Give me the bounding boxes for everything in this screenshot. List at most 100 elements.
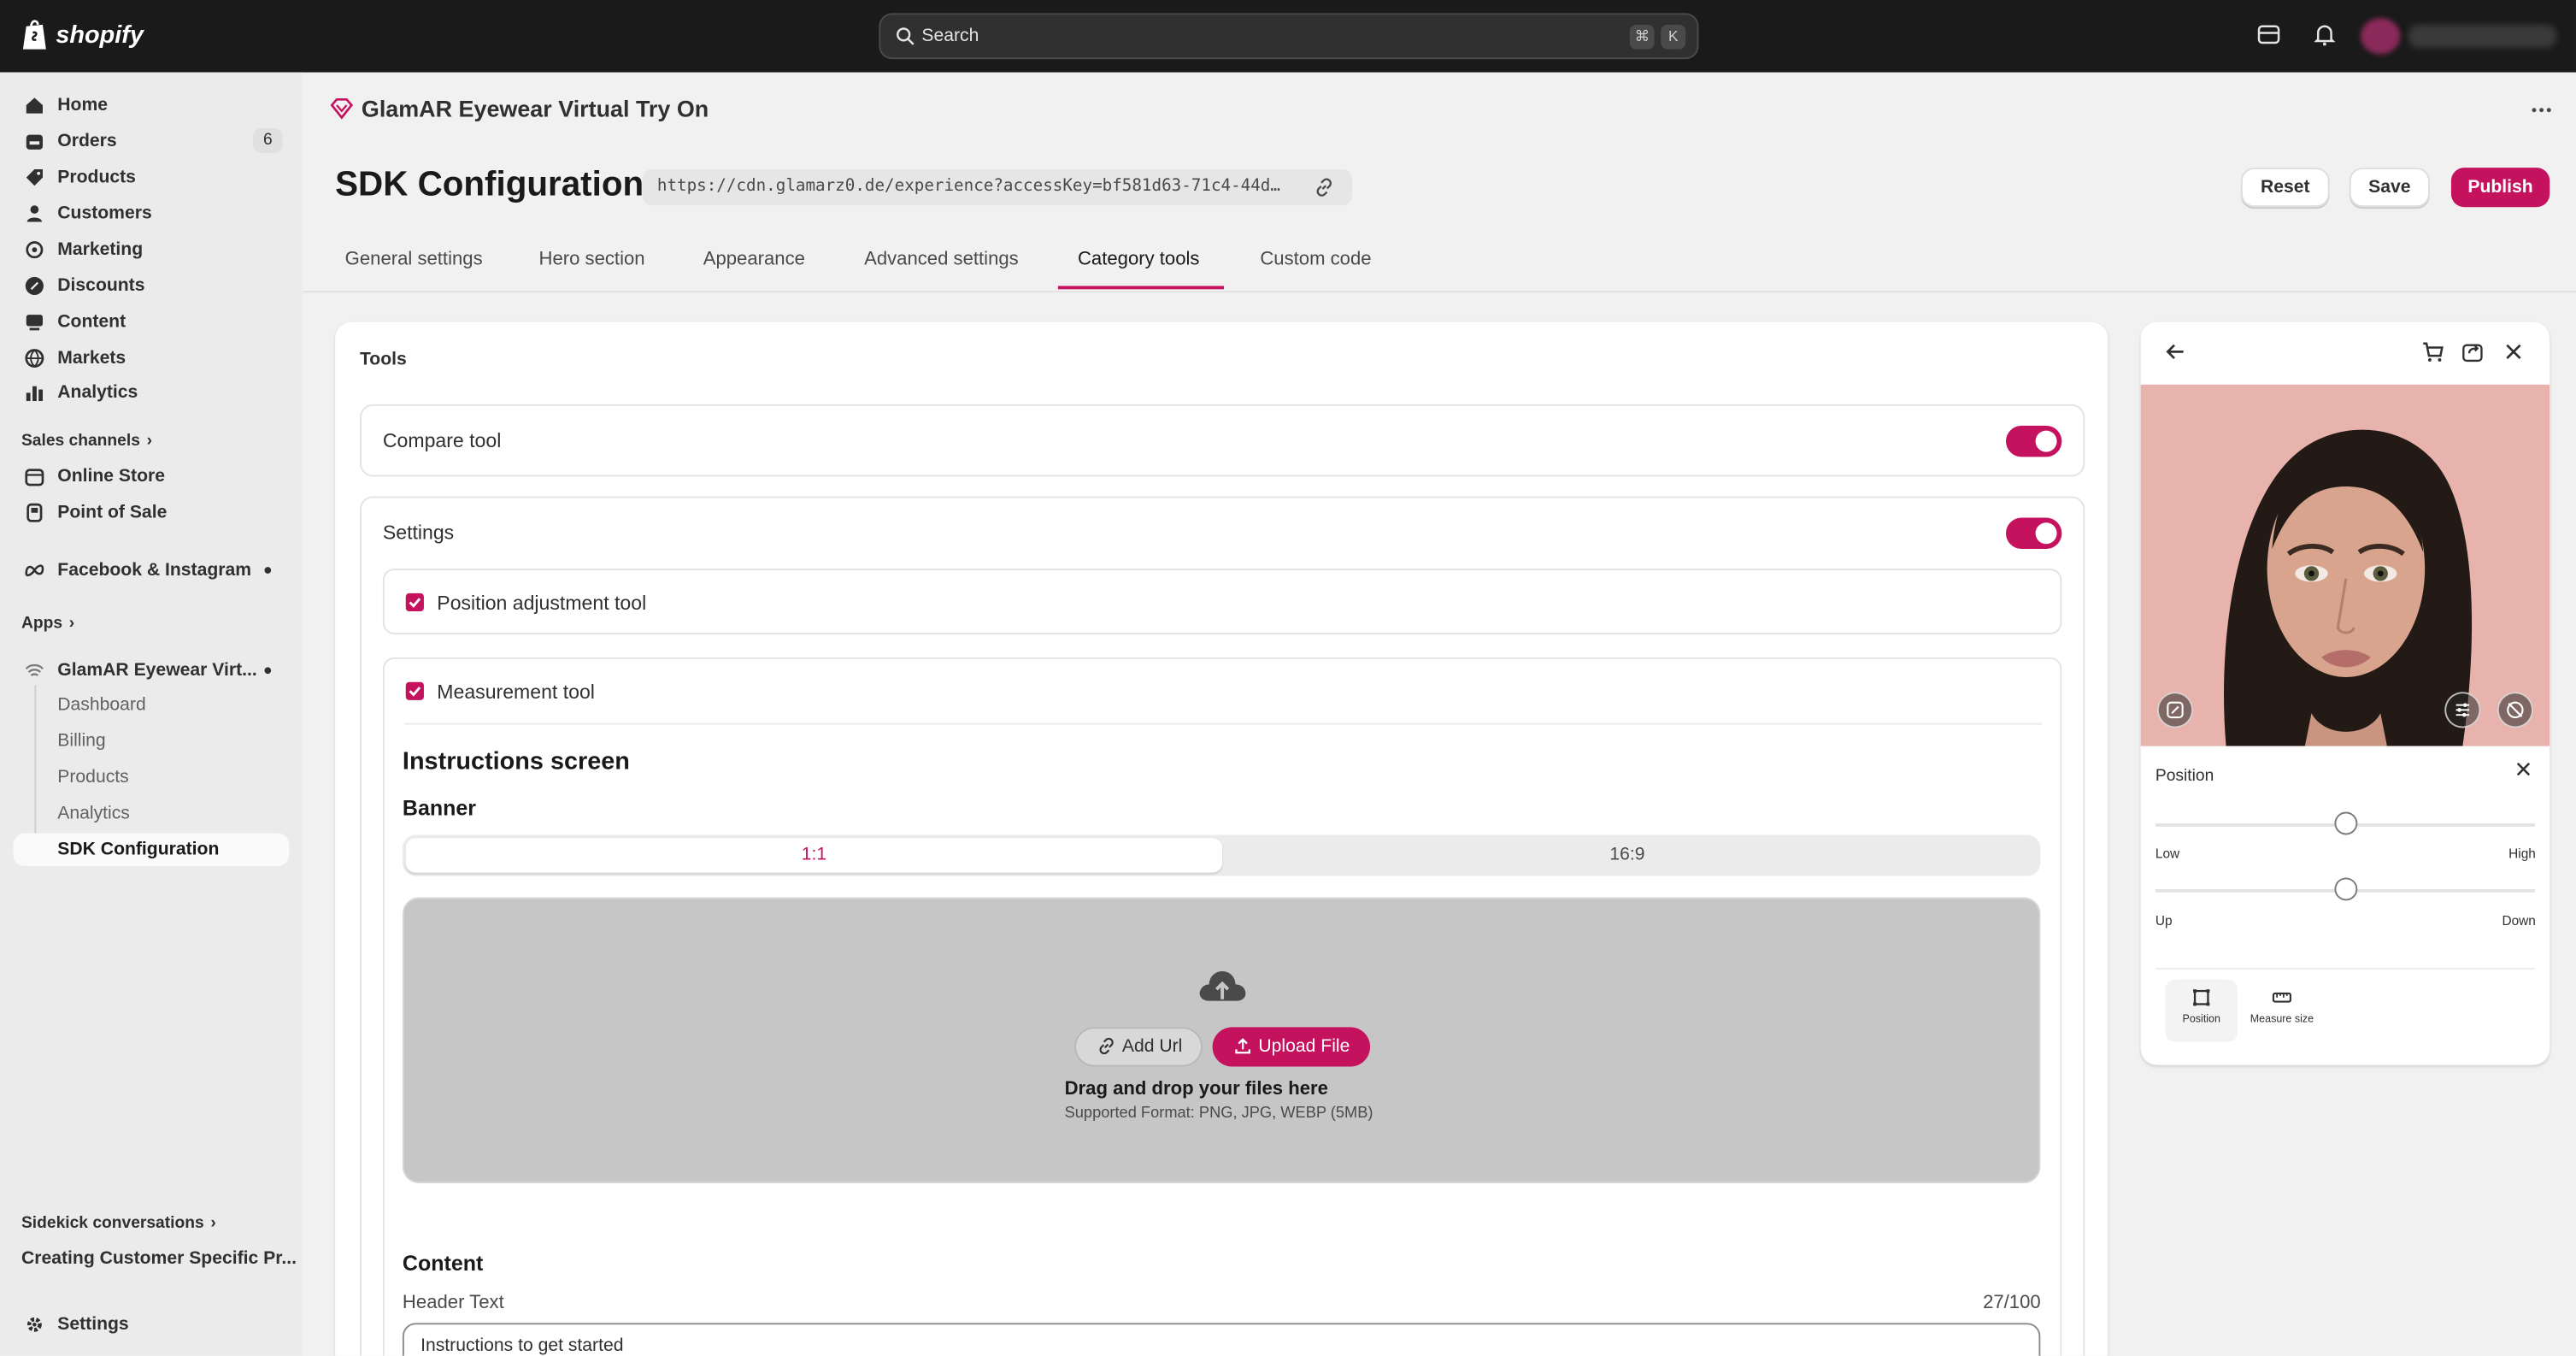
status-dot — [264, 667, 272, 675]
link-icon[interactable] — [1314, 178, 1334, 198]
sidekick-heading[interactable]: Sidekick conversations › — [21, 1214, 216, 1232]
top-bar: shopify Search ⌘ K — [0, 0, 2576, 73]
apps-heading[interactable]: Apps › — [21, 615, 74, 633]
cart-icon[interactable] — [2421, 340, 2444, 363]
upload-file-button[interactable]: Upload File — [1212, 1027, 1371, 1067]
page-title: SDK Configuration — [335, 166, 644, 204]
back-arrow-icon[interactable] — [2164, 340, 2187, 363]
bell-icon[interactable] — [2312, 21, 2338, 48]
person-icon — [26, 205, 43, 222]
sidebar-item-customers[interactable]: Customers — [13, 198, 289, 230]
position-tool-label: Position adjustment tool — [437, 591, 647, 615]
store-icon — [25, 469, 44, 486]
avatar[interactable] — [2361, 18, 2401, 55]
settings-toggle[interactable] — [2005, 517, 2062, 550]
position-panel-title: Position — [2155, 767, 2214, 786]
slider-knob[interactable] — [2333, 877, 2357, 901]
position-slider-vertical[interactable] — [2155, 877, 2535, 901]
compare-tool-toggle[interactable] — [2005, 425, 2062, 457]
slider-knob[interactable] — [2333, 811, 2357, 835]
sidebar-subitem-billing[interactable]: Billing — [57, 731, 105, 751]
compare-tool-label: Compare tool — [382, 428, 502, 452]
sidebar-item-home[interactable]: Home — [13, 89, 289, 121]
tab-category-tools[interactable]: Category tools — [1078, 233, 1200, 289]
sidebar-item-discounts[interactable]: Discounts — [13, 269, 289, 302]
mode-position-button[interactable]: Position — [2165, 979, 2238, 1042]
active-tab-indicator — [1057, 286, 1225, 290]
storefront-icon[interactable] — [2255, 21, 2282, 48]
store-name-blurred[interactable] — [2408, 24, 2556, 48]
app-title: GlamAR Eyewear Virtual Try On — [330, 95, 709, 121]
more-options-icon[interactable] — [2530, 98, 2553, 121]
ratio-option-16-9[interactable]: 16:9 — [1219, 838, 2035, 872]
close-icon[interactable] — [2514, 759, 2533, 779]
sidebar-subitem-sdk-configuration[interactable]: SDK Configuration — [57, 840, 219, 859]
sidebar-item-settings[interactable]: Settings — [13, 1308, 289, 1341]
drag-drop-text: Drag and drop your files here — [1064, 1079, 1328, 1100]
ar-icon — [2167, 701, 2184, 719]
tab-custom-code[interactable]: Custom code — [1260, 233, 1371, 289]
tab-appearance[interactable]: Appearance — [703, 233, 805, 289]
sidebar-item-analytics[interactable]: Analytics — [13, 376, 289, 409]
position-tool-checkbox[interactable] — [405, 593, 424, 612]
measurement-tool-checkbox[interactable] — [405, 681, 424, 700]
gear-icon — [26, 1317, 42, 1332]
upload-icon — [1235, 1038, 1250, 1054]
sidebar-item-point-of-sale[interactable]: Point of Sale — [13, 497, 289, 529]
sidebar-subitem-dashboard[interactable]: Dashboard — [57, 695, 145, 715]
home-icon — [26, 97, 43, 114]
sidebar-item-label: Marketing — [57, 239, 144, 260]
orders-icon — [26, 134, 43, 150]
sidebar-item-orders[interactable]: Orders 6 — [13, 125, 289, 157]
sidebar-item-content[interactable]: Content — [13, 306, 289, 339]
shopify-bag-icon — [22, 20, 46, 50]
share-icon[interactable] — [2461, 340, 2484, 363]
apps-label: Apps — [21, 614, 63, 634]
mode-measure-size-button[interactable]: Measure size — [2246, 980, 2319, 1042]
tab-general-settings[interactable]: General settings — [345, 233, 483, 289]
sidebar-item-markets[interactable]: Markets — [13, 342, 289, 374]
sidekick-conversation-item[interactable]: Creating Customer Specific Pr... — [21, 1249, 297, 1269]
position-tool-box: Position adjustment tool — [382, 569, 2062, 634]
checkmark-icon — [409, 598, 421, 608]
experience-url[interactable]: https://cdn.glamarz0.de/experience?acces… — [642, 168, 1352, 206]
save-button[interactable]: Save — [2349, 168, 2430, 208]
bar-chart-icon — [26, 386, 43, 402]
meta-icon — [25, 564, 44, 577]
ar-toggle-button[interactable] — [2156, 692, 2194, 728]
content-heading: Content — [402, 1250, 484, 1276]
tab-hero-section[interactable]: Hero section — [538, 233, 644, 289]
tab-advanced-settings[interactable]: Advanced settings — [864, 233, 1019, 289]
sidebar-item-online-store[interactable]: Online Store — [13, 460, 289, 492]
try-on-camera-view — [2140, 384, 2550, 746]
orders-count-badge: 6 — [253, 127, 283, 153]
chevron-right-icon: › — [146, 432, 153, 451]
tree-line — [34, 685, 37, 853]
glamar-logo-icon — [330, 97, 354, 120]
search-input[interactable]: Search ⌘ K — [879, 13, 1699, 60]
preview-panel: Position Low High Up Down Position Measu… — [2140, 321, 2550, 1065]
chevron-right-icon: › — [210, 1214, 216, 1233]
shopify-logo[interactable]: shopify — [21, 18, 144, 50]
sidebar-item-marketing[interactable]: Marketing — [13, 233, 289, 266]
publish-button[interactable]: Publish — [2450, 168, 2550, 208]
sidebar-item-facebook-instagram[interactable]: Facebook & Instagram — [13, 554, 289, 587]
position-slider-horizontal[interactable] — [2155, 811, 2535, 835]
sales-channels-label: Sales channels — [21, 432, 140, 451]
ratio-option-1-1[interactable]: 1:1 — [405, 838, 1223, 873]
add-url-button[interactable]: Add Url — [1074, 1027, 1203, 1067]
ruler-icon — [2272, 992, 2291, 1003]
mode-label: Position — [2182, 1013, 2220, 1026]
sales-channels-heading[interactable]: Sales channels › — [21, 433, 152, 451]
view-3d-button[interactable] — [2497, 692, 2534, 728]
reset-button[interactable]: Reset — [2240, 168, 2330, 208]
adjust-settings-button[interactable] — [2444, 692, 2481, 728]
sidebar-subitem-analytics[interactable]: Analytics — [57, 804, 130, 823]
compare-tool-row: Compare tool — [359, 404, 2085, 477]
close-icon[interactable] — [2502, 340, 2525, 363]
sidebar-item-glamar-app[interactable]: GlamAR Eyewear Virt... — [13, 654, 289, 687]
sidebar-item-products[interactable]: Products — [13, 161, 289, 193]
header-text-input[interactable]: Instructions to get started — [402, 1323, 2041, 1356]
sidebar-item-label: Analytics — [57, 382, 138, 403]
sidebar-subitem-products[interactable]: Products — [57, 768, 128, 787]
